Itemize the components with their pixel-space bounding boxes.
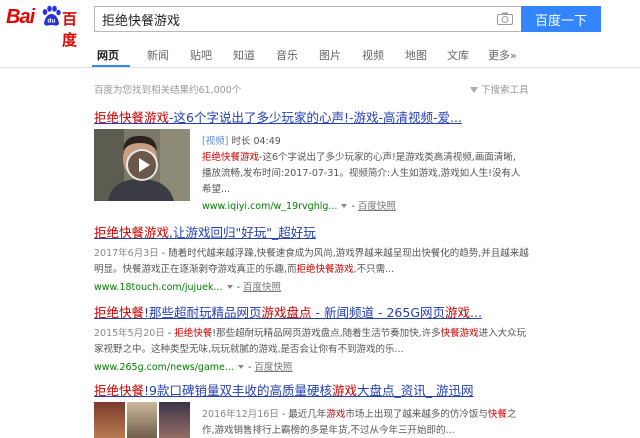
- thumbnail-image: [126, 402, 158, 438]
- result-title-link[interactable]: 拒绝快餐游戏,让游戏回归"好玩"_超好玩: [94, 222, 534, 241]
- dropdown-arrow-icon[interactable]: [226, 285, 233, 289]
- result-abstract: 2017年6月3日 - 随着时代越来越浮躁,快餐速食成为风尚,游戏界越来越呈现出…: [94, 248, 529, 275]
- tab-web[interactable]: 网页: [97, 47, 119, 63]
- video-thumbnail[interactable]: [94, 129, 190, 201]
- logo-latin: Bai: [6, 6, 35, 28]
- tab-map[interactable]: 地图: [405, 47, 427, 63]
- result-item: 拒绝快餐游戏-这6个字说出了多少玩家的心声!-游戏-高清视频-爱... [视频]…: [94, 107, 534, 212]
- tab-news[interactable]: 新闻: [147, 47, 169, 63]
- tab-wenku[interactable]: 文库: [447, 47, 469, 63]
- tab-zhidao[interactable]: 知道: [233, 47, 255, 63]
- snapshot-link[interactable]: 百度快照: [243, 282, 281, 293]
- video-duration: 时长 04:49: [231, 136, 281, 147]
- tab-video[interactable]: 视频: [362, 47, 384, 63]
- thumbnail-image: [94, 402, 125, 438]
- paw-icon: du: [42, 5, 61, 26]
- dropdown-arrow-icon[interactable]: [237, 365, 244, 369]
- active-tab-indicator: [92, 65, 130, 67]
- camera-icon[interactable]: [497, 12, 513, 25]
- search-input[interactable]: [95, 7, 490, 31]
- result-item: 拒绝快餐游戏,让游戏回归"好玩"_超好玩 2017年6月3日 - 随着时代越来越…: [94, 222, 534, 293]
- result-url: www.18touch.com/jujuek... - 百度快照: [94, 282, 282, 293]
- search-box: [94, 6, 521, 32]
- baidu-logo[interactable]: Bai du 百度: [6, 4, 90, 49]
- result-title-link[interactable]: 拒绝快餐!9款口碑销量双丰收的高质量硬核游戏大盘点_资讯_ 游迅网: [94, 380, 534, 399]
- search-tools-label: 下搜索工具: [481, 85, 529, 96]
- tab-tieba[interactable]: 贴吧: [190, 47, 212, 63]
- result-url: www.iqiyi.com/w_19rvghlg... - 百度快照: [202, 201, 396, 212]
- search-tools[interactable]: 下搜索工具: [470, 82, 529, 96]
- thumbnail-image: [159, 402, 191, 438]
- result-item: 拒绝快餐!9款口碑销量双丰收的高质量硬核游戏大盘点_资讯_ 游迅网 2016年1…: [94, 380, 534, 438]
- play-icon[interactable]: [126, 149, 158, 181]
- result-thumbnail-strip[interactable]: [94, 402, 191, 438]
- filter-icon: [470, 87, 478, 93]
- result-abstract: 2016年12月16日 - 最近几年游戏市场上出现了越来越多的仿冷饭与快餐之作,…: [202, 409, 517, 436]
- nav-tabs: 网页 新闻 贴吧 知道 音乐 图片 视频 地图 文库 更多»: [0, 40, 640, 68]
- tab-music[interactable]: 音乐: [276, 47, 298, 63]
- result-item: 拒绝快餐!那些超耐玩精品网页游戏盘点 - 新闻频道 - 265G网页游戏... …: [94, 302, 534, 373]
- tab-more[interactable]: 更多»: [488, 47, 517, 63]
- result-stats: 百度为您找到相关结果约61,000个: [94, 85, 242, 96]
- tab-images[interactable]: 图片: [319, 47, 341, 63]
- dropdown-arrow-icon[interactable]: [341, 204, 348, 208]
- header: Bai du 百度 百度一下: [0, 0, 640, 49]
- result-abstract: [视频] 时长 04:49 拒绝快餐游戏-这6个字说出了多少玩家的心声!是游戏类…: [202, 134, 522, 215]
- snapshot-link[interactable]: 百度快照: [358, 201, 396, 212]
- paw-label: du: [48, 18, 56, 25]
- result-title-link[interactable]: 拒绝快餐游戏-这6个字说出了多少玩家的心声!-游戏-高清视频-爱...: [94, 107, 534, 126]
- result-url: www.265g.com/news/game... - 百度快照: [94, 362, 293, 373]
- snapshot-link[interactable]: 百度快照: [254, 362, 292, 373]
- search-button[interactable]: 百度一下: [521, 6, 601, 32]
- result-title-link[interactable]: 拒绝快餐!那些超耐玩精品网页游戏盘点 - 新闻频道 - 265G网页游戏...: [94, 302, 534, 321]
- result-abstract: 2015年5月20日 - 拒绝快餐!那些超耐玩精品网页游戏盘点,随着生活节奏加快…: [94, 328, 527, 355]
- video-tag: [视频]: [202, 136, 229, 147]
